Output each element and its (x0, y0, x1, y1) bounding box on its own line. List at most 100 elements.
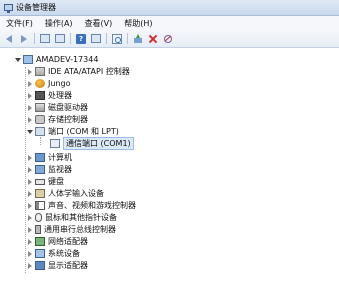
show-hide-console-tree-icon (40, 34, 50, 43)
tree-item-usb[interactable]: 通用串行总线控制器 (26, 224, 116, 235)
collapse-arrow-icon[interactable] (14, 54, 21, 65)
system-device-icon (35, 249, 45, 258)
tree-item-computer[interactable]: 计算机 (26, 152, 72, 163)
update-driver-icon (133, 33, 143, 44)
uninstall-icon (148, 34, 158, 44)
computer-icon (23, 55, 33, 64)
storage-controller-icon (35, 115, 45, 124)
toolbar-separator (106, 33, 107, 44)
device-manager-icon (4, 4, 13, 13)
menu-help[interactable]: 帮助(H) (124, 18, 152, 29)
forward-arrow-icon (21, 34, 27, 43)
tree-item-label: 显示适配器 (48, 261, 88, 270)
tree-item-label: 系统设备 (48, 249, 80, 258)
toolbar-separator (34, 33, 35, 44)
tree-item-processor[interactable]: 处理器 (26, 90, 72, 101)
display-adapter-icon (35, 261, 45, 270)
tree-item-label: 磁盘驱动器 (48, 103, 88, 112)
tree-item-keyboards[interactable]: 键盘 (26, 176, 64, 187)
properties-button[interactable] (54, 33, 66, 45)
tree-item-label: 声音、视频和游戏控制器 (48, 201, 136, 210)
help-icon: ? (76, 33, 86, 44)
update-driver-button[interactable] (132, 33, 144, 45)
tree-item-ports[interactable]: 端口 (COM 和 LPT) (26, 126, 119, 137)
tree-item-storage-controllers[interactable]: 存储控制器 (26, 114, 88, 125)
title-bar: 设备管理器 (0, 0, 339, 16)
uninstall-button[interactable] (147, 33, 159, 45)
keyboard-icon (35, 178, 45, 185)
expand-arrow-icon[interactable] (26, 200, 33, 211)
expand-arrow-icon[interactable] (26, 66, 33, 77)
tree-item-com1[interactable]: 通信端口 (COM1) (41, 137, 134, 150)
scan-hardware-button[interactable] (111, 33, 123, 45)
computer-icon (35, 153, 45, 162)
menu-view[interactable]: 查看(V) (85, 18, 113, 29)
menu-action[interactable]: 操作(A) (45, 18, 73, 29)
expand-arrow-icon[interactable] (26, 236, 33, 247)
scan-hardware-icon (112, 33, 122, 44)
hid-icon (35, 189, 45, 198)
ide-controller-icon (35, 67, 45, 76)
expand-arrow-icon[interactable] (26, 176, 33, 187)
help-button[interactable]: ? (75, 33, 87, 45)
sound-icon (35, 201, 45, 210)
expand-arrow-icon[interactable] (26, 90, 33, 101)
tree-item-display-adapters[interactable]: 显示适配器 (26, 260, 88, 271)
window-title: 设备管理器 (16, 3, 56, 12)
tree-item-label: 人体学输入设备 (48, 189, 104, 198)
tree-item-label: 存储控制器 (48, 115, 88, 124)
tree-item-system-devices[interactable]: 系统设备 (26, 248, 80, 259)
communication-port-icon (50, 139, 60, 148)
tree-item-label: IDE ATA/ATAPI 控制器 (48, 67, 130, 76)
expand-arrow-icon[interactable] (26, 248, 33, 259)
show-hide-console-tree-button[interactable] (39, 33, 51, 45)
tree-item-label: 鼠标和其他指针设备 (45, 213, 117, 222)
collapse-arrow-icon[interactable] (26, 126, 33, 137)
expand-arrow-icon[interactable] (26, 260, 33, 271)
expand-arrow-icon[interactable] (26, 164, 33, 175)
expand-arrow-icon[interactable] (26, 114, 33, 125)
expand-arrow-icon[interactable] (26, 212, 33, 223)
device-list-icon (91, 34, 101, 43)
tree-item-ide[interactable]: IDE ATA/ATAPI 控制器 (26, 66, 130, 77)
menu-file[interactable]: 文件(F) (6, 18, 33, 29)
tree-item-hid[interactable]: 人体学输入设备 (26, 188, 104, 199)
tree-item-label: 端口 (COM 和 LPT) (48, 127, 119, 136)
tree-item-label: 键盘 (48, 177, 64, 186)
properties-icon (55, 34, 65, 43)
tree-root-label: AMADEV-17344 (36, 55, 99, 64)
toolbar-separator (70, 33, 71, 44)
back-button[interactable] (3, 33, 15, 45)
expand-arrow-icon[interactable] (26, 188, 33, 199)
monitor-icon (35, 165, 45, 174)
tree-item-jungo[interactable]: Jungo (26, 78, 70, 89)
device-manager-window: 设备管理器 文件(F) 操作(A) 查看(V) 帮助(H) ? AMADEV-1… (0, 0, 339, 281)
device-list-button[interactable] (90, 33, 102, 45)
disk-drive-icon (35, 103, 45, 112)
tree-item-monitors[interactable]: 监视器 (26, 164, 72, 175)
expand-arrow-icon[interactable] (26, 78, 33, 89)
tree-item-label: 监视器 (48, 165, 72, 174)
tree-item-mice[interactable]: 鼠标和其他指针设备 (26, 212, 117, 223)
usb-icon (35, 225, 41, 234)
tree-item-disk-drives[interactable]: 磁盘驱动器 (26, 102, 88, 113)
expand-arrow-icon[interactable] (26, 224, 33, 235)
device-tree: AMADEV-17344 IDE ATA/ATAPI 控制器 Jungo 处理器… (0, 48, 339, 281)
tree-root[interactable]: AMADEV-17344 (14, 54, 98, 65)
forward-button[interactable] (18, 33, 30, 45)
network-adapter-icon (35, 237, 45, 246)
disable-device-icon (163, 34, 173, 44)
toolbar: ? (0, 30, 339, 48)
tree-item-label-selected: 通信端口 (COM1) (63, 137, 134, 150)
tree-item-sound[interactable]: 声音、视频和游戏控制器 (26, 200, 136, 211)
jungo-icon (35, 79, 45, 88)
disable-device-button[interactable] (162, 33, 174, 45)
expand-arrow-icon[interactable] (26, 152, 33, 163)
tree-item-network-adapters[interactable]: 网络适配器 (26, 236, 88, 247)
back-arrow-icon (6, 34, 12, 43)
processor-icon (35, 91, 45, 100)
port-icon (35, 127, 45, 136)
tree-item-label: 网络适配器 (48, 237, 88, 246)
tree-item-label: 通用串行总线控制器 (44, 225, 116, 234)
expand-arrow-icon[interactable] (26, 102, 33, 113)
